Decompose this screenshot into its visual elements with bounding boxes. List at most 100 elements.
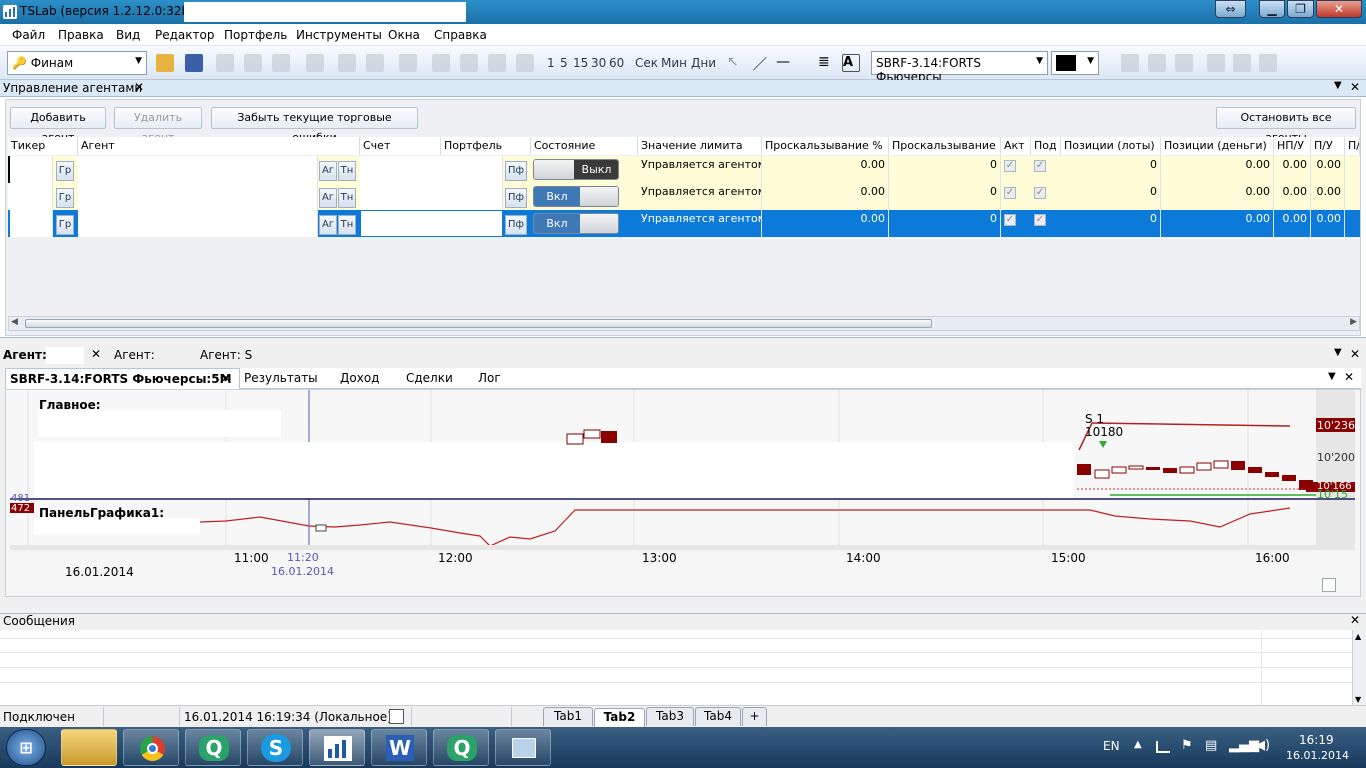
play-icon[interactable] <box>488 54 506 72</box>
tab-income[interactable]: Доход <box>340 371 379 385</box>
tab-2[interactable]: Tab2 <box>594 708 645 727</box>
hline-icon[interactable]: — <box>776 54 794 72</box>
text-icon[interactable]: A <box>842 54 860 72</box>
col-agent[interactable]: Агент <box>78 137 360 155</box>
menu-file[interactable]: Файл <box>12 28 45 42</box>
menu-help[interactable]: Справка <box>434 28 487 42</box>
line-icon[interactable]: ／ <box>753 54 771 73</box>
scroll-up-icon[interactable]: ▲ <box>1355 632 1361 641</box>
tray-expand-icon[interactable]: ▲ <box>1134 739 1142 750</box>
tab-deals[interactable]: Сделки <box>406 371 453 385</box>
close-icon[interactable]: ✕ <box>221 371 231 385</box>
interval-1[interactable]: 1 <box>547 56 555 70</box>
scroll-left-icon[interactable]: ◀ <box>11 317 18 327</box>
undo-icon[interactable] <box>338 54 356 72</box>
period-sec[interactable]: Сек <box>635 56 658 70</box>
col-npu[interactable]: НП/У <box>1274 137 1311 155</box>
tab-4[interactable]: Tab4 <box>695 707 741 726</box>
period-days[interactable]: Дни <box>691 56 716 70</box>
language-indicator[interactable]: EN <box>1103 739 1120 753</box>
restore-icon[interactable]: ⇔ <box>1215 0 1246 18</box>
col-pu[interactable]: П/У <box>1311 137 1345 155</box>
table-row[interactable]: Гр Аг Тн Пф Выкл Управляется агентом 0.0… <box>8 156 1360 183</box>
start-button[interactable]: ⊞ <box>6 729 46 766</box>
scroll-thumb[interactable] <box>25 319 932 328</box>
state-toggle[interactable]: Вкл <box>533 213 619 234</box>
grid-icon[interactable] <box>460 54 478 72</box>
col-p[interactable]: П/ <box>1345 137 1360 155</box>
tslab-icon[interactable] <box>309 729 365 766</box>
page-icon[interactable] <box>399 54 417 72</box>
act-checkbox[interactable]: ✓ <box>1004 160 1016 172</box>
close-icon[interactable]: ✕ <box>1350 347 1360 361</box>
act-checkbox[interactable]: ✓ <box>1004 214 1016 226</box>
pane-menu-icon[interactable]: ▼ <box>1328 371 1336 382</box>
chrome-icon[interactable] <box>123 729 179 766</box>
col-pos-lots[interactable]: Позиции (лоты) <box>1061 137 1161 155</box>
flag-icon[interactable] <box>1148 54 1166 72</box>
scroll-down-icon[interactable]: ▼ <box>1355 695 1361 704</box>
close-icon[interactable]: ✕ <box>1316 0 1362 18</box>
sub-checkbox[interactable]: ✓ <box>1034 214 1046 226</box>
clock-date[interactable]: 16.01.2014 <box>1286 749 1349 762</box>
col-account[interactable]: Счет <box>360 137 441 155</box>
close-icon[interactable]: ✕ <box>91 347 101 361</box>
menu-edit[interactable]: Правка <box>58 28 104 42</box>
folder-icon[interactable] <box>1175 54 1193 72</box>
volume-icon[interactable]: ◀) <box>1255 738 1270 753</box>
word-icon[interactable]: W <box>371 729 427 766</box>
cut-icon[interactable] <box>244 54 262 72</box>
pane-menu-icon[interactable]: ▼ <box>1334 347 1342 358</box>
table-row[interactable]: Гр Аг Тн Пф Вкл Управляется агентом 0.00… <box>8 183 1360 210</box>
portfolio-button[interactable]: Пф <box>505 215 527 235</box>
explorer-icon[interactable] <box>61 729 117 766</box>
interval-5[interactable]: 5 <box>560 56 568 70</box>
col-ticker[interactable]: Тикер <box>8 137 78 155</box>
col-sub[interactable]: Под <box>1031 137 1061 155</box>
interval-30[interactable]: 30 <box>591 56 606 70</box>
sub-checkbox[interactable]: ✓ <box>1034 187 1046 199</box>
tn-button[interactable]: Тн <box>338 188 356 208</box>
pane-menu-icon[interactable]: ▼ <box>1334 80 1342 91</box>
state-toggle[interactable]: Вкл <box>533 186 619 207</box>
col-portfolio[interactable]: Портфель <box>441 137 531 155</box>
messages-scrollbar[interactable]: ▲ ▼ <box>1352 630 1366 706</box>
clock-time[interactable]: 16:19 <box>1299 733 1334 747</box>
tile-icon[interactable] <box>1233 54 1251 72</box>
chart-button[interactable]: Гр <box>56 161 74 181</box>
layout-icon[interactable] <box>389 709 404 724</box>
tn-button[interactable]: Тн <box>338 161 356 181</box>
tab-1[interactable]: Tab1 <box>543 707 593 726</box>
close-icon[interactable]: ✕ <box>1350 613 1360 627</box>
fib-icon[interactable]: ≣ <box>818 54 836 72</box>
minimize-icon[interactable]: ▁ <box>1259 0 1285 18</box>
menu-tools[interactable]: Инструменты <box>296 28 382 42</box>
table-row[interactable]: Гр Аг Тн Пф Вкл Управляется агентом 0.00… <box>8 210 1360 237</box>
state-toggle[interactable]: Выкл <box>533 159 619 180</box>
agent-tab-redacted[interactable] <box>46 347 84 364</box>
skype-icon[interactable]: S <box>247 729 303 766</box>
qip2-icon[interactable]: Q <box>433 729 489 766</box>
close-icon[interactable]: ✕ <box>1350 80 1360 94</box>
window-icon[interactable] <box>1207 54 1225 72</box>
provider-dropdown[interactable]: 🔑 Финам ▼ <box>7 51 147 75</box>
agent-button[interactable]: Аг <box>319 188 337 208</box>
agent-button[interactable]: Аг <box>319 215 337 235</box>
chart-button[interactable]: Гр <box>56 188 74 208</box>
save-icon[interactable] <box>185 54 203 72</box>
col-state[interactable]: Состояние <box>531 137 638 155</box>
agent-button[interactable]: Аг <box>319 161 337 181</box>
network-app-icon[interactable] <box>495 729 551 766</box>
period-min[interactable]: Мин <box>661 56 687 70</box>
chart-button[interactable]: Гр <box>56 215 74 235</box>
color-picker[interactable]: ▼ <box>1051 51 1099 75</box>
open-icon[interactable] <box>156 54 174 72</box>
settings-icon[interactable] <box>1259 54 1277 72</box>
add-tab-button[interactable]: + <box>742 707 767 726</box>
redo-icon[interactable] <box>366 54 384 72</box>
sub-checkbox[interactable]: ✓ <box>1034 160 1046 172</box>
col-act[interactable]: Акт <box>1001 137 1031 155</box>
act-checkbox[interactable]: ✓ <box>1004 187 1016 199</box>
step-icon[interactable] <box>516 54 534 72</box>
save-layout-icon[interactable] <box>1121 54 1139 72</box>
